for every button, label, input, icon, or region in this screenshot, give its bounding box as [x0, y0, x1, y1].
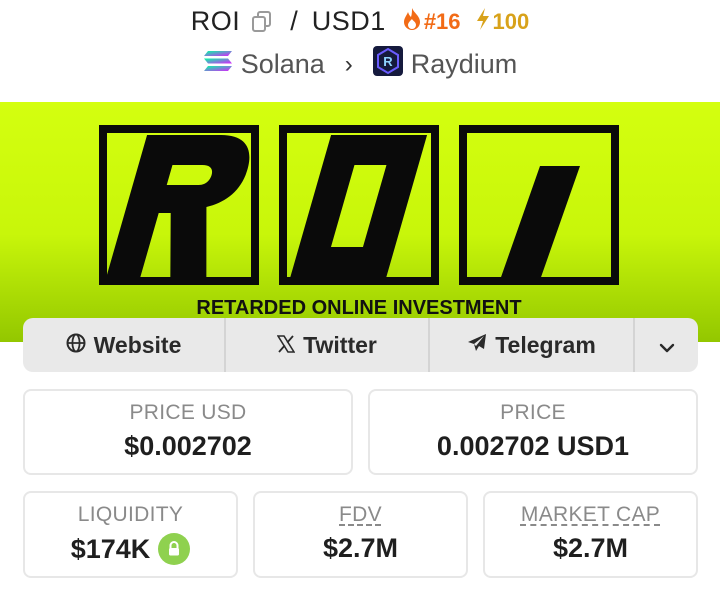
price-value: 0.002702 USD1	[436, 431, 630, 461]
market-cap-label[interactable]: MARKET CAP	[521, 503, 660, 527]
globe-icon	[66, 332, 86, 359]
chevron-right-icon: ›	[344, 50, 353, 78]
price-usd-label: PRICE USD	[129, 401, 247, 424]
telegram-button[interactable]: Telegram	[430, 318, 635, 372]
flame-icon	[402, 7, 422, 37]
dex-link[interactable]: Raydium	[411, 49, 518, 80]
raydium-icon: R	[372, 46, 403, 83]
base-symbol: ROI	[190, 6, 241, 36]
liquidity-label: LIQUIDITY	[77, 503, 184, 526]
more-links-button[interactable]	[635, 318, 698, 372]
lightning-icon	[475, 7, 491, 37]
telegram-label: Telegram	[495, 331, 596, 358]
twitter-label: Twitter	[303, 331, 377, 358]
twitter-button[interactable]: Twitter	[226, 318, 430, 372]
fdv-label[interactable]: FDV	[339, 503, 382, 527]
chain-link[interactable]: Solana	[241, 49, 325, 80]
price-usd-card: PRICE USD $0.002702	[23, 389, 353, 475]
liquidity-value: $174K	[70, 533, 151, 564]
paper-plane-icon	[467, 332, 487, 359]
social-links-bar: Website Twitter Telegram	[23, 318, 698, 372]
chain-breadcrumb: Solana › R Raydium	[0, 46, 720, 83]
rank-value: #16	[423, 8, 461, 34]
token-banner: RETARDED ONLINE INVESTMENT	[0, 102, 720, 342]
liquidity-value-row: $174K	[71, 533, 191, 565]
website-button[interactable]: Website	[23, 318, 226, 372]
liquidity-card: LIQUIDITY $174K	[23, 491, 238, 578]
boosts-badge[interactable]: 100	[475, 7, 530, 37]
fdv-value: $2.7M	[322, 533, 399, 563]
trending-rank[interactable]: #16	[402, 7, 461, 37]
pair-header: ROI / USD1 #16 100 Solana › R Raydium	[0, 0, 720, 102]
fdv-card[interactable]: FDV $2.7M	[253, 491, 468, 578]
solana-icon	[203, 49, 233, 80]
quote-symbol: USD1	[311, 6, 386, 36]
price-label: PRICE	[500, 401, 566, 424]
market-cap-value: $2.7M	[552, 533, 629, 563]
x-logo-icon	[276, 332, 296, 359]
svg-text:R: R	[383, 54, 393, 69]
pair-title-row: ROI / USD1 #16 100	[0, 6, 720, 37]
pair-separator: /	[290, 6, 298, 36]
market-cap-card[interactable]: MARKET CAP $2.7M	[483, 491, 698, 578]
chevron-down-icon	[659, 332, 675, 359]
price-quote-card: PRICE 0.002702 USD1	[368, 389, 698, 475]
price-usd-value: $0.002702	[124, 431, 252, 461]
website-label: Website	[93, 331, 182, 358]
banner-tagline: RETARDED ONLINE INVESTMENT	[196, 297, 521, 319]
lock-icon[interactable]	[158, 533, 191, 565]
copy-icon[interactable]	[252, 10, 272, 33]
roi-logo: RETARDED ONLINE INVESTMENT	[99, 125, 619, 319]
boosts-value: 100	[492, 8, 530, 34]
